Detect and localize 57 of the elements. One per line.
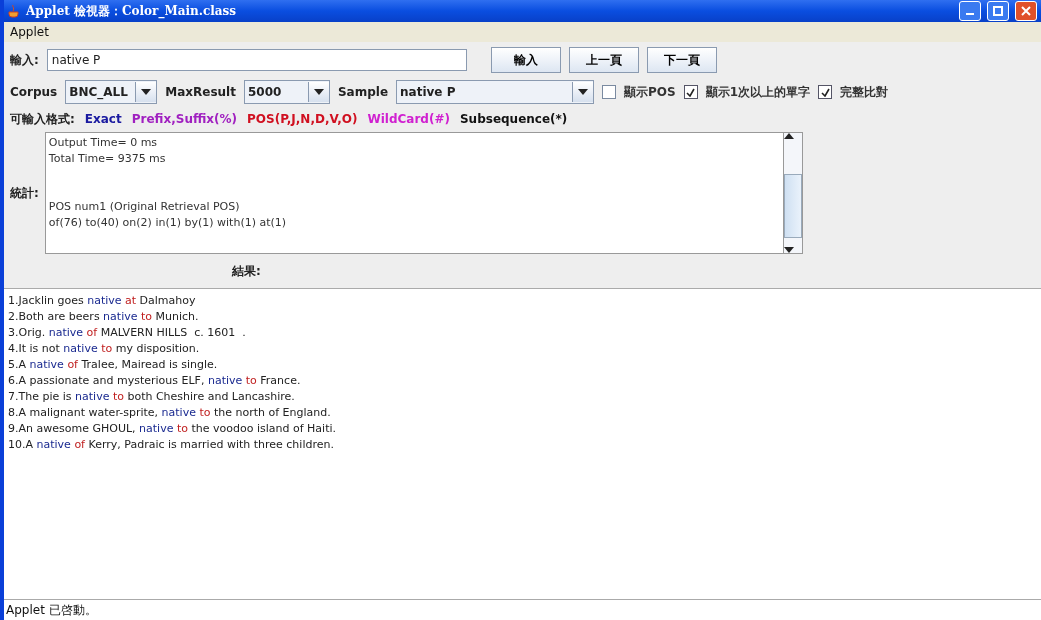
result-line: 9.An awesome GHOUL, native to the voodoo island of Haiti. — [8, 421, 337, 437]
minimize-icon — [966, 13, 974, 15]
page-button[interactable]: 輸入 — [490, 47, 561, 73]
format-hint: Subsequence(*) — [459, 112, 568, 126]
close-button[interactable] — [1015, 1, 1037, 21]
input-label: 輸入: — [10, 51, 39, 69]
stats-line: Output Time= 0 ms — [48, 135, 159, 151]
option-label: Sample — [337, 85, 389, 99]
checkbox[interactable] — [602, 85, 617, 99]
stats-label: 統計: — [10, 184, 39, 202]
checkbox-label[interactable]: 顯示POS — [624, 83, 676, 101]
stats-line: Total Time= 9375 ms — [48, 151, 167, 167]
down-arrow-icon[interactable] — [783, 247, 794, 253]
input-field[interactable]: native P — [46, 49, 467, 71]
maximize-icon — [993, 6, 1003, 16]
page-button[interactable]: 上一頁 — [568, 47, 639, 73]
down-arrow-icon[interactable] — [141, 89, 152, 95]
format-hint: Prefix,Suffix(%) — [131, 112, 238, 126]
result-line: 6.A passionate and mysterious ELF, native to France. — [8, 373, 302, 389]
dropdown[interactable]: BNC_ALL — [65, 80, 158, 104]
check-icon — [686, 87, 696, 97]
coffee-cup-icon — [8, 4, 20, 18]
results-label: 結果: — [232, 262, 261, 280]
option-label: Corpus — [10, 85, 58, 99]
result-line: 4.It is not native to my disposition. — [8, 341, 201, 357]
result-line: 2.Both are beers native to Munich. — [8, 309, 200, 325]
dropdown[interactable]: 5000 — [243, 80, 330, 104]
up-arrow-icon[interactable] — [783, 133, 794, 139]
maximize-button[interactable] — [987, 1, 1009, 21]
result-line: 10.A native of Kerry, Padraic is married with three children. — [8, 437, 335, 453]
format-hint: POS(P,J,N,D,V,O) — [247, 112, 358, 126]
dropdown[interactable]: native P — [396, 80, 595, 104]
scrollbar[interactable] — [782, 133, 802, 253]
format-hint: Exact — [84, 112, 122, 126]
result-line: 5.A native of Tralee, Mairead is single. — [8, 357, 219, 373]
stats-line: POS num1 (Original Retrieval POS) — [48, 199, 241, 215]
checkbox-label[interactable]: 完整比對 — [840, 83, 889, 101]
stats-line: of(76) to(40) on(2) in(1) by(1) with(1) at(1) — [48, 215, 288, 231]
minimize-button[interactable] — [959, 1, 981, 21]
result-line: 1.Jacklin goes native at Dalmahoy — [8, 293, 197, 309]
down-arrow-icon[interactable] — [313, 89, 324, 95]
close-icon — [1021, 6, 1031, 16]
option-label: MaxResult — [165, 85, 236, 99]
window-title: Applet 檢視器：Color_Main.class — [26, 2, 238, 20]
menu-item[interactable]: Applet — [10, 25, 49, 39]
checkbox[interactable] — [683, 85, 698, 99]
checkbox-label[interactable]: 顯示1次以上的單字 — [705, 83, 811, 101]
status-text: Applet 已啓動。 — [6, 601, 97, 619]
format-label: 可輸入格式: — [10, 110, 75, 128]
result-line: 8.A malignant water-sprite, native to the north of England. — [8, 405, 332, 421]
result-line: 7.The pie is native to both Cheshire and Lancashire. — [8, 389, 296, 405]
page-button[interactable]: 下一頁 — [646, 47, 717, 73]
checkbox[interactable] — [818, 85, 833, 99]
format-hint: WildCard(#) — [367, 112, 450, 126]
check-icon — [820, 87, 830, 97]
result-line: 3.Orig. native of MALVERN HILLS c. 1601 . — [8, 325, 247, 341]
down-arrow-icon[interactable] — [578, 89, 589, 95]
